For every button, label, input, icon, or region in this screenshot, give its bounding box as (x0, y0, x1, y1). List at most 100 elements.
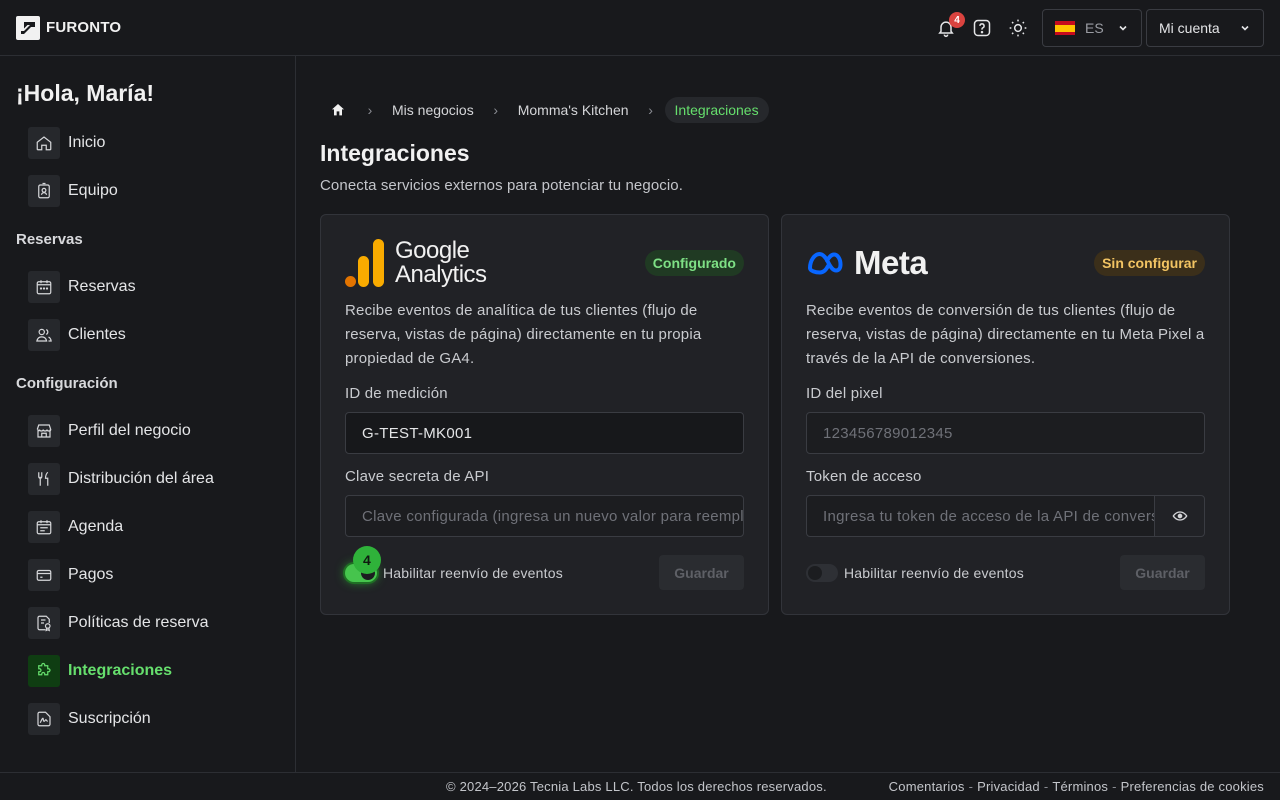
status-badge: Sin configurar (1094, 250, 1205, 276)
footer-link-privacidad[interactable]: Privacidad (977, 779, 1040, 794)
account-menu-button[interactable]: Mi cuenta (1146, 9, 1264, 47)
access-token-label: Token de acceso (806, 468, 922, 485)
schedule-icon (28, 511, 60, 543)
ga-save-button[interactable]: Guardar (659, 555, 744, 590)
sun-icon (1009, 19, 1027, 37)
breadcrumb: › Mis negocios › Momma's Kitchen › Integ… (320, 96, 1232, 124)
footer-separator: - (968, 779, 974, 794)
sidebar-item-pagos[interactable]: Pagos (16, 551, 279, 599)
measurement-id-input[interactable]: G-TEST-MK001 (345, 412, 744, 454)
chevron-down-icon (1119, 25, 1127, 31)
sidebar-item-label: Reservas (68, 278, 136, 295)
footer-link-terminos[interactable]: Términos (1052, 779, 1108, 794)
help-icon (973, 19, 991, 37)
footer-separator: - (1043, 779, 1049, 794)
sidebar-item-integraciones[interactable]: Integraciones (16, 647, 279, 695)
google-analytics-icon (345, 239, 384, 287)
footer: © 2024–2026 Tecnia Labs LLC. Todos los d… (0, 772, 1280, 800)
utensils-icon (28, 463, 60, 495)
footer-link-cookies[interactable]: Preferencias de cookies (1121, 779, 1264, 794)
storefront-icon (28, 415, 60, 447)
meta-save-button[interactable]: Guardar (1120, 555, 1205, 590)
ga-description: Recibe eventos de analítica de tus clien… (345, 302, 702, 367)
sidebar-item-label: Equipo (68, 182, 118, 199)
sidebar-item-label: Integraciones (68, 662, 173, 679)
eye-icon (1172, 511, 1187, 521)
section-label-reservas: Reservas (16, 230, 83, 248)
policy-icon (28, 607, 60, 639)
sidebar-item-equipo[interactable]: Equipo (16, 167, 279, 215)
meta-infinity-icon (808, 251, 843, 275)
sidebar-item-clientes[interactable]: Clientes (16, 311, 279, 359)
brand[interactable]: FURONTO (16, 15, 122, 40)
chevron-right-icon: › (648, 102, 653, 118)
ga-logo-line2: Analytics (395, 261, 487, 288)
google-analytics-logo: Google Analytics (345, 239, 487, 287)
sidebar-item-reservas[interactable]: Reservas (16, 263, 279, 311)
copyright: © 2024–2026 Tecnia Labs LLC. Todos los d… (446, 779, 827, 794)
breadcrumb-mommas-kitchen[interactable]: Momma's Kitchen (510, 102, 637, 118)
pixel-id-label: ID del pixel (806, 385, 883, 402)
meta-forwarding-label: Habilitar reenvío de eventos (844, 564, 1024, 581)
api-secret-input[interactable]: Clave configurada (ingresa un nuevo valo… (345, 495, 744, 537)
greeting: ¡Hola, María! (16, 80, 155, 106)
sidebar-item-inicio[interactable]: Inicio (16, 119, 279, 167)
access-token-input[interactable]: Ingresa tu token de acceso de la API de … (806, 495, 1155, 537)
language-select[interactable]: ES (1042, 9, 1142, 47)
calendar-icon (28, 271, 60, 303)
home-icon (28, 127, 60, 159)
theme-toggle-button[interactable] (1000, 10, 1036, 46)
sidebar-item-label: Perfil del negocio (68, 422, 191, 439)
section-label-configuracion: Configuración (16, 374, 118, 392)
sidebar-item-label: Políticas de reserva (68, 614, 209, 631)
sidebar-item-label: Agenda (68, 518, 124, 535)
sidebar-item-distribucion-area[interactable]: Distribución del área (16, 455, 279, 503)
page-title: Integraciones (320, 140, 470, 166)
api-secret-label: Clave secreta de API (345, 468, 490, 485)
credit-card-icon (28, 559, 60, 591)
spain-flag-icon (1055, 21, 1075, 35)
page-subtitle: Conecta servicios externos para potencia… (320, 177, 683, 194)
google-analytics-card: Google Analytics Configurado Recibe even… (320, 214, 769, 615)
sidebar-item-suscripcion[interactable]: Suscripción (16, 695, 279, 743)
ga-forwarding-label: Habilitar reenvío de eventos (383, 564, 563, 581)
sidebar-item-label: Pagos (68, 566, 114, 583)
breadcrumb-mis-negocios[interactable]: Mis negocios (384, 102, 482, 118)
footer-link-comentarios[interactable]: Comentarios (889, 779, 965, 794)
meta-card: Meta Sin configurar Recibe eventos de co… (781, 214, 1230, 615)
meta-logo-text: Meta (854, 244, 928, 281)
sidebar: ¡Hola, María! Inicio Equipo Reservas Res… (0, 56, 296, 772)
sidebar-item-perfil-negocio[interactable]: Perfil del negocio (16, 407, 279, 455)
notifications-button[interactable]: 4 (928, 10, 965, 46)
brand-logo-icon (16, 15, 40, 40)
pixel-id-input[interactable]: 123456789012345 (806, 412, 1205, 454)
integration-cards: Google Analytics Configurado Recibe even… (320, 214, 1230, 615)
chevron-right-icon: › (493, 102, 499, 118)
sidebar-item-agenda[interactable]: Agenda (16, 503, 279, 551)
home-icon (332, 104, 344, 116)
puzzle-icon (28, 655, 60, 687)
meta-description: Recibe eventos de conversión de tus clie… (806, 302, 1205, 367)
ga-logo-line1: Google (395, 237, 470, 264)
step-marker-badge: 4 (353, 545, 381, 574)
sidebar-item-politicas-reserva[interactable]: Políticas de reserva (16, 599, 279, 647)
meta-forwarding-toggle[interactable] (806, 563, 838, 582)
badge-icon (28, 175, 60, 207)
account-label: Mi cuenta (1159, 20, 1220, 36)
signature-icon (28, 703, 60, 735)
main-content: › Mis negocios › Momma's Kitchen › Integ… (320, 96, 1232, 615)
help-button[interactable] (964, 10, 1000, 46)
users-icon (28, 319, 60, 351)
sidebar-item-label: Suscripción (68, 710, 151, 727)
footer-separator: - (1112, 779, 1117, 794)
brand-name: FURONTO (46, 19, 122, 36)
breadcrumb-current: Integraciones (664, 97, 769, 123)
sidebar-item-label: Clientes (68, 326, 126, 343)
breadcrumb-home[interactable] (320, 96, 356, 124)
sidebar-item-label: Distribución del área (68, 470, 214, 487)
measurement-id-label: ID de medición (345, 385, 448, 402)
sidebar-item-label: Inicio (68, 134, 106, 151)
language-code: ES (1085, 20, 1104, 36)
show-token-button[interactable] (1155, 495, 1205, 537)
chevron-down-icon (1241, 25, 1249, 31)
